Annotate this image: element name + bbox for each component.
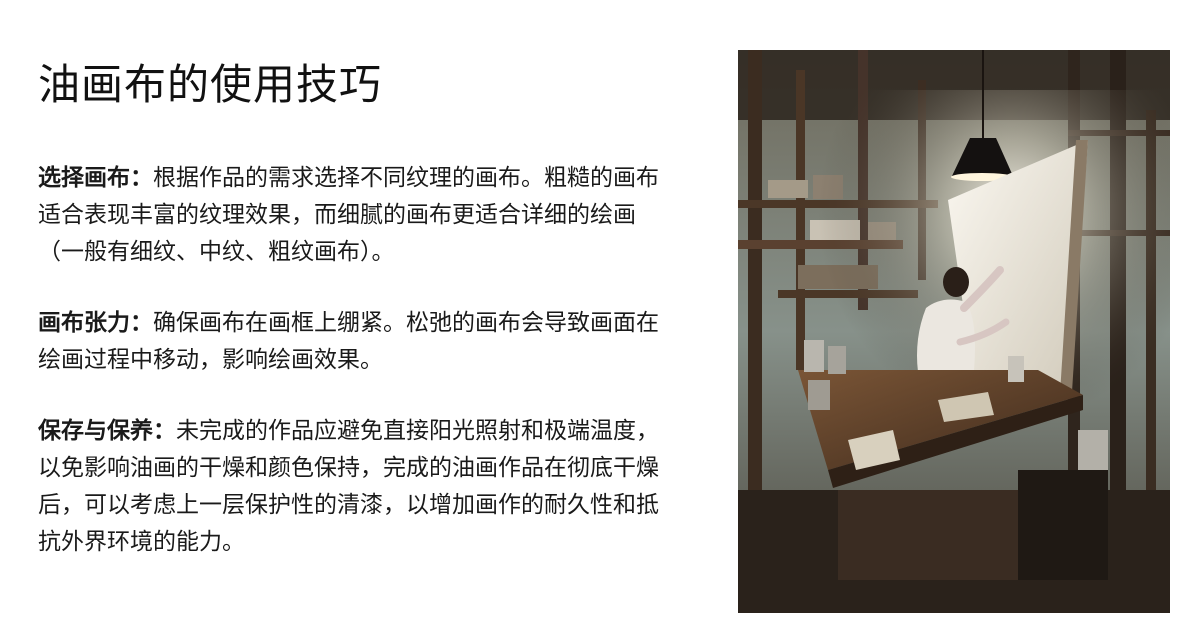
paint-can [808,380,830,410]
section-storage-care: 保存与保养：未完成的作品应避免直接阳光照射和极端温度，以免影响油画的干燥和颜色保… [38,413,668,561]
section-lead: 画布张力： [38,310,153,336]
studio-illustration [738,50,1170,613]
paint-can [1078,430,1108,470]
beam [796,70,805,370]
paint-can [804,340,824,372]
crate [1018,470,1108,580]
lower-shelf [838,490,1018,580]
text-content: 选择画布：根据作品的需求选择不同纹理的画布。粗糙的画布适合表现丰富的纹理效果，而… [38,160,668,595]
section-canvas-tension: 画布张力：确保画布在画框上绷紧。松弛的画布会导致画面在绘画过程中移动，影响绘画效… [38,305,668,379]
paint-can [1008,356,1024,382]
studio-illustration-svg [738,50,1170,613]
paint-can [828,346,846,374]
shelf-item [768,180,808,198]
section-choose-canvas: 选择画布：根据作品的需求选择不同纹理的画布。粗糙的画布适合表现丰富的纹理效果，而… [38,160,668,271]
section-lead: 保存与保养： [38,418,176,444]
page-title: 油画布的使用技巧 [38,60,383,109]
painter-head [943,267,969,297]
section-lead: 选择画布： [38,165,153,191]
